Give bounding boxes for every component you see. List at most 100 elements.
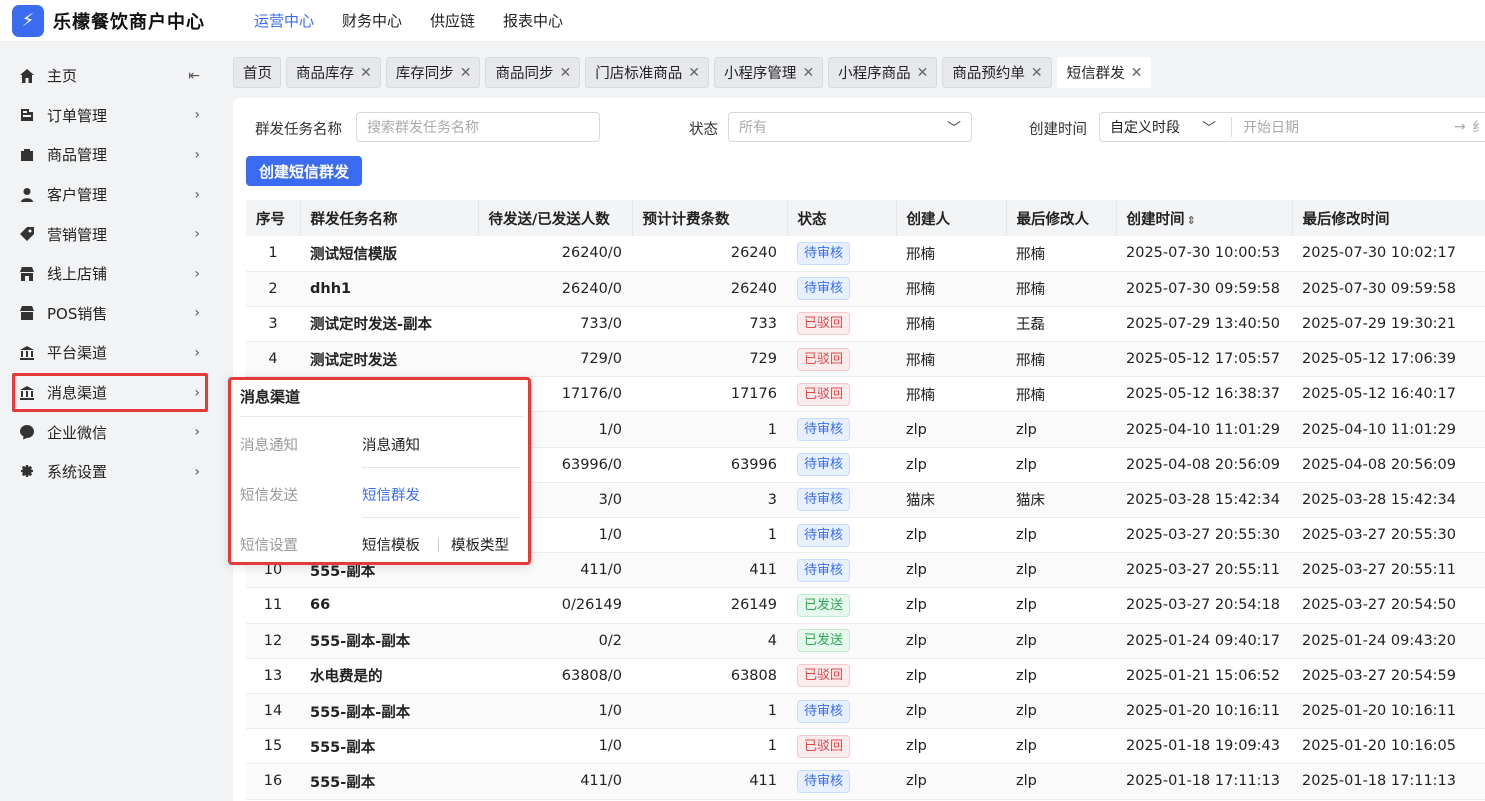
table-cell: 4: [632, 623, 787, 659]
cell-text: 3: [268, 315, 278, 332]
sidebar-item-2[interactable]: 商品管理 ›: [0, 135, 220, 175]
table-cell: 2025-03-28 15:42:34: [1116, 482, 1292, 519]
cell-text: 66: [310, 597, 331, 614]
close-icon[interactable]: ✕: [460, 65, 472, 81]
flyout-link[interactable]: 消息通知: [362, 434, 420, 455]
table-cell: 1: [632, 517, 787, 554]
tab-7[interactable]: 商品预约单 ✕: [942, 57, 1052, 88]
sidebar-item-6[interactable]: POS销售 ›: [0, 294, 220, 334]
cell-text: 1: [268, 245, 278, 262]
table-cell: 2025-07-30 10:00:53: [1116, 236, 1292, 272]
close-icon[interactable]: ✕: [1131, 65, 1143, 81]
sidebar-item-5[interactable]: 线上店铺 ›: [0, 254, 220, 294]
tab-8[interactable]: 短信群发 ✕: [1056, 57, 1152, 88]
tab-1[interactable]: 商品库存 ✕: [286, 57, 381, 88]
table-row[interactable]: 14 555-副本-副本 1/0 1 待审核 zlp zlp 2025-01-20 10:16…: [246, 693, 1485, 730]
table-row[interactable]: 12 555-副本-副本 0/2 4 已发送 zlp zlp 2025-01-24 09:40…: [246, 623, 1485, 659]
sidebar-item-9[interactable]: 企业微信 ›: [0, 412, 220, 452]
flyout-link[interactable]: 模板类型: [451, 534, 509, 555]
cell-text: zlp: [906, 527, 927, 544]
close-icon[interactable]: ✕: [802, 65, 814, 81]
table-row[interactable]: 1 测试短信模版 26240/0 26240 待审核 邢楠 邢楠 2025-07-30 10:…: [246, 236, 1485, 272]
table-cell: zlp: [896, 658, 1006, 694]
end-date-input[interactable]: 纟: [1472, 117, 1485, 137]
table-row[interactable]: 16 555-副本 411/0 411 待审核 zlp zlp 2025-01-18 17:1…: [246, 763, 1485, 800]
cell-text: 4: [268, 351, 278, 368]
table-cell: 26240: [632, 271, 787, 307]
collapse-sidebar-icon[interactable]: ⇤: [188, 68, 200, 84]
column-header-7[interactable]: 创建时间 ⇕: [1116, 200, 1293, 236]
status-badge: 待审核: [797, 523, 851, 547]
tab-6[interactable]: 小程序商品 ✕: [828, 57, 938, 88]
top-nav-item-1[interactable]: 财务中心: [342, 10, 402, 31]
cell-text: 测试短信模版: [310, 246, 397, 263]
table-row[interactable]: 3 测试定时发送-副本 733/0 733 已驳回 邢楠 王磊 2025-07-29 13:4…: [246, 306, 1485, 343]
cell-text: 729: [749, 351, 777, 368]
table-cell: dhh1: [300, 271, 478, 307]
table-row[interactable]: 15 555-副本 1/0 1 已驳回 zlp zlp 2025-01-18 19:09:43…: [246, 728, 1485, 765]
top-nav-item-3[interactable]: 报表中心: [503, 10, 563, 31]
column-header-label: 最后修改人: [1016, 211, 1090, 228]
top-nav-item-0[interactable]: 运营中心: [254, 10, 314, 31]
sidebar-item-0[interactable]: 主页 ⇤: [0, 56, 220, 96]
cell-text: 17176/0: [561, 386, 622, 403]
sidebar-item-3[interactable]: 客户管理 ›: [0, 175, 220, 215]
cell-text: 1: [767, 703, 777, 720]
start-date-input[interactable]: 开始日期: [1243, 117, 1299, 137]
close-icon[interactable]: ✕: [917, 65, 929, 81]
column-header-label: 预计计费条数: [642, 211, 730, 228]
table-row[interactable]: 13 水电费是的 63808/0 63808 已驳回 zlp zlp 2025-01-21 1…: [246, 658, 1485, 694]
created-range-picker[interactable]: 自定义时段 ﹀ 开始日期 → 纟: [1099, 112, 1485, 142]
flyout-link[interactable]: 短信模板: [362, 534, 420, 555]
table-cell: 2025-04-08 20:56:09: [1292, 447, 1485, 483]
column-header-label: 创建人: [906, 211, 951, 228]
flyout-row-divider: [362, 517, 520, 518]
table-cell: 邢楠: [1006, 376, 1116, 413]
table-row[interactable]: 11 66 0/26149 26149 已发送 zlp zlp 2025-03-27 20:5…: [246, 587, 1485, 624]
close-icon[interactable]: ✕: [559, 65, 571, 81]
goods-icon: [18, 146, 36, 164]
table-row[interactable]: 4 测试定时发送 729/0 729 已驳回 邢楠 邢楠 2025-05-12 17:05:5…: [246, 341, 1485, 378]
flyout-link-divider: [438, 538, 439, 552]
table-cell: 待审核: [787, 517, 896, 554]
sidebar-item-4[interactable]: 营销管理 ›: [0, 214, 220, 254]
table-cell: 2025-04-10 11:01:29: [1292, 411, 1485, 448]
table-cell: zlp: [1006, 728, 1116, 765]
close-icon[interactable]: ✕: [688, 65, 700, 81]
tab-0[interactable]: 首页: [233, 57, 281, 88]
cell-text: zlp: [1016, 773, 1037, 790]
sidebar-item-8[interactable]: 消息渠道 ›: [12, 372, 208, 413]
cell-text: 2025-01-20 10:16:11: [1126, 703, 1280, 720]
tab-label: 商品库存: [296, 66, 354, 82]
table-cell: 16: [246, 763, 300, 800]
create-sms-broadcast-button[interactable]: 创建短信群发: [246, 156, 363, 186]
status-badge: 待审核: [797, 418, 851, 442]
sidebar-item-7[interactable]: 平台渠道 ›: [0, 333, 220, 373]
flyout-link[interactable]: 短信群发: [362, 484, 420, 505]
cell-text: 2025-05-12 16:38:37: [1126, 386, 1280, 403]
close-icon[interactable]: ✕: [1031, 65, 1043, 81]
tab-label: 短信群发: [1066, 66, 1125, 82]
status-select[interactable]: 所有 ﹀: [728, 112, 972, 142]
tab-2[interactable]: 库存同步 ✕: [385, 57, 481, 88]
cell-text: 2025-03-27 20:55:30: [1126, 527, 1280, 544]
cell-text: 水电费是的: [310, 669, 383, 686]
top-nav-item-2[interactable]: 供应链: [430, 10, 475, 31]
chevron-down-icon: ﹀: [947, 121, 961, 137]
tab-5[interactable]: 小程序管理 ✕: [713, 57, 824, 88]
tab-3[interactable]: 商品同步 ✕: [485, 57, 581, 88]
sidebar-item-1[interactable]: 订单管理 ›: [0, 96, 220, 136]
sort-icon[interactable]: ⇕: [1187, 214, 1196, 227]
tab-4[interactable]: 门店标准商品 ✕: [585, 57, 709, 88]
close-icon[interactable]: ✕: [360, 65, 372, 81]
sidebar-item-10[interactable]: 系统设置 ›: [0, 452, 220, 492]
task-name-search-input[interactable]: 搜索群发任务名称: [356, 112, 600, 142]
table-row[interactable]: 2 dhh1 26240/0 26240 待审核 邢楠 邢楠 2025-07-30 09:59…: [246, 271, 1485, 307]
cell-text: 63996/0: [561, 456, 622, 473]
app-logo[interactable]: ⚡ 乐檬餐饮商户中心: [12, 4, 232, 37]
cell-text: 2025-03-27 20:54:59: [1302, 667, 1456, 684]
status-badge: 已发送: [797, 629, 851, 653]
table-cell: 2025-07-29 19:30:21: [1292, 306, 1485, 343]
table-cell: 66: [300, 587, 478, 624]
table-cell: 2025-05-12 16:40:17: [1292, 376, 1485, 413]
